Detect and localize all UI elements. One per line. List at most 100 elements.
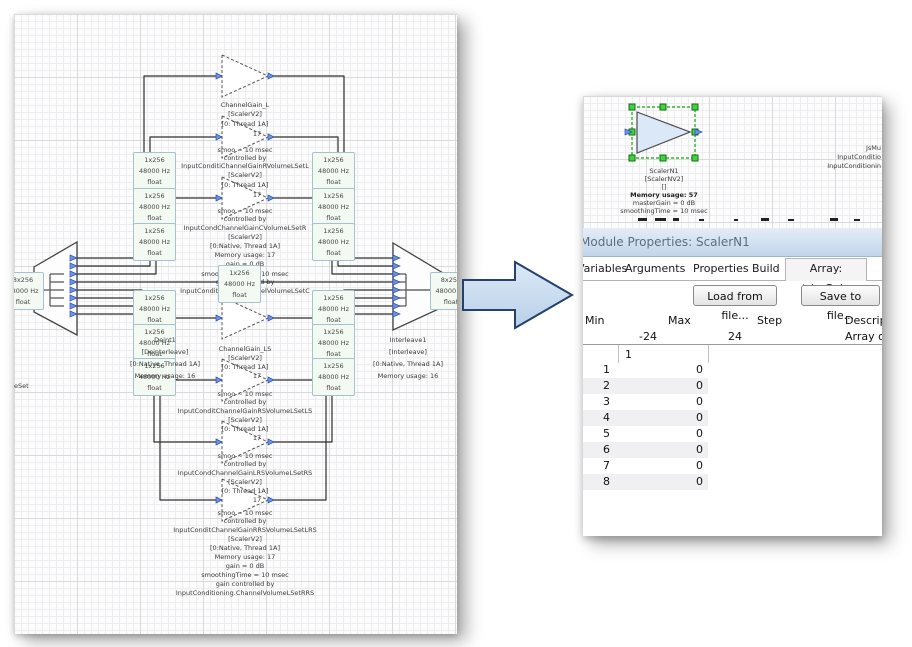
clipped-module-marks: [638, 218, 860, 221]
grid-row[interactable]: 30: [583, 394, 708, 410]
scaler-label: InputCondChannelGainLRSVolumeLSetRS: [178, 470, 313, 477]
scaler-label: controlled by: [224, 155, 267, 162]
scaler-label: smoothingTime = 10 msec: [201, 572, 289, 579]
scaler-label: smoo ~ 10 msec: [218, 391, 273, 398]
grid-row[interactable]: 20: [583, 378, 708, 394]
scalern1-name: ScalerN1: [649, 167, 678, 175]
description-value: Array of: [845, 330, 882, 343]
interleave-label: Interleave1 [Interleave] [0:Native, Thre…: [373, 334, 443, 382]
clipped-text: InputConditio: [837, 153, 881, 162]
scaler-label: ChannelGain_LS: [219, 346, 272, 353]
wire-type-box[interactable]: 1x25648000 Hzfloat: [312, 324, 355, 362]
scaler-label: [ScalerV2]: [228, 172, 262, 179]
transition-arrow: [460, 258, 576, 334]
module-properties-window: Module Properties: ScalerN1 Variables Ar…: [583, 228, 882, 536]
max-value[interactable]: 24: [668, 330, 742, 343]
col-max-label: Max: [668, 314, 691, 327]
grid-row[interactable]: 10: [583, 362, 708, 378]
window-titlebar[interactable]: Module Properties: ScalerN1: [583, 228, 882, 257]
scaler-label: [ScalerV2]: [228, 234, 262, 241]
scaler-label: InputConditChannelGainRSVolumeLSetLS: [178, 408, 312, 415]
system-input-box[interactable]: 8x25648000 Hzfloat: [14, 272, 44, 310]
col-min-label: Min: [585, 314, 605, 327]
figure-canvas: ChannelGain_L [ScalerV2] [0: Thread 1A] …: [0, 0, 912, 647]
mini-canvas: ScalerN1 [ScalerNV2] [] Memory usage: 57…: [583, 96, 882, 228]
scaler-label: InputConditiChannelGainRVolumeLSetL: [181, 163, 309, 170]
system-output-box[interactable]: 8x25648000 Hzfloat: [430, 272, 457, 310]
col-step-label: Step: [757, 314, 782, 327]
grid-row[interactable]: 50: [583, 426, 708, 442]
tab-array-trimgain[interactable]: Array: trimGain: [785, 258, 867, 281]
wire-type-box[interactable]: 1x25648000 Hzfloat: [312, 152, 355, 190]
scaler-label: 17: [253, 192, 261, 199]
deinterleave-label: Deint1 [Deinterleave] [0:Native, Thread …: [130, 334, 200, 382]
grid-row[interactable]: 80: [583, 474, 708, 490]
scaler-label: gain controlled by: [216, 581, 275, 588]
scaler-label: [ScalerV2]: [228, 536, 262, 543]
scaler-label: [ScalerV2]: [228, 355, 262, 362]
tab-variables[interactable]: Variables: [583, 262, 627, 275]
scaler-label: InputCondChannelGainCVolumeLSetR: [184, 225, 307, 232]
col-description-label: Descript: [845, 314, 882, 327]
grid-row[interactable]: 40: [583, 410, 708, 426]
wire-type-box[interactable]: 1x25648000 Hzfloat: [312, 358, 355, 396]
clipped-text: InputConditionin: [827, 162, 881, 171]
scaler-label: [0: Thread 1A]: [222, 182, 269, 189]
scalern1-module[interactable]: [625, 104, 702, 161]
scaler-label: smoo ~ 10 msec: [218, 208, 273, 215]
scaler-label: [ScalerV2]: [228, 111, 262, 118]
wire-type-box[interactable]: 1x25648000 Hzfloat: [133, 152, 176, 190]
scaler-label: smoo ~ 10 msec: [218, 147, 273, 154]
layout-screenshot-page: ChannelGain_L [ScalerV2] [0: Thread 1A] …: [14, 14, 457, 634]
scaler-label: [0:Native, Thread 1A]: [210, 243, 280, 250]
scaler-label: Memory usage: 17: [215, 554, 276, 561]
scalern1-type: [ScalerNV2]: [645, 175, 684, 183]
wire-type-box[interactable]: 1x25648000 Hzfloat: [133, 223, 176, 261]
scaler-label: controlled by: [224, 461, 267, 468]
scaler-label: InputConditioning.ChannelVolumeLSetRRS: [176, 590, 314, 597]
wire-type-box[interactable]: 1x25648000 Hzfloat: [312, 290, 355, 328]
scaler-label: Memory usage: 17: [215, 252, 276, 259]
scaler-label: controlled by: [224, 216, 267, 223]
scaler-label: gain = 0 dB: [226, 563, 264, 570]
scaler-label: 17: [253, 131, 261, 138]
scaler-label: [0: Thread 1A]: [222, 426, 269, 433]
tab-strip: Variables Arguments Properties Build Arr…: [583, 257, 882, 281]
grid-column-header[interactable]: 1: [625, 348, 632, 361]
scalern1-gain: masterGain = 0 dB: [633, 199, 695, 207]
scaler-label: [0:Native, Thread 1A]: [210, 545, 280, 552]
save-to-file-button[interactable]: Save to file...: [801, 285, 880, 306]
scaler-label: 17: [253, 373, 261, 380]
scaler-label: smoo ~ 10 msec: [218, 453, 273, 460]
properties-screenshot-page: ScalerN1 [ScalerNV2] [] Memory usage: 57…: [583, 96, 882, 536]
scaler-label: InputConditChannelGainRRSVolumeLSetLRS: [173, 527, 316, 534]
scaler-label: [0: Thread 1A]: [222, 488, 269, 495]
wire-type-box[interactable]: 1x25648000 Hzfloat: [218, 265, 261, 303]
clipped-text: eSet: [14, 382, 29, 390]
grid-row[interactable]: 60: [583, 442, 708, 458]
scaler-label: [0: Thread 1A]: [222, 364, 269, 371]
wire-type-box[interactable]: 1x25648000 Hzfloat: [133, 188, 176, 226]
scaler-label: ChannelGain_L: [221, 102, 270, 109]
min-value[interactable]: -24: [583, 330, 657, 343]
tab-build[interactable]: Build: [752, 262, 780, 275]
scaler-label: [0: Thread 1A]: [222, 121, 269, 128]
tab-properties[interactable]: Properties: [693, 262, 749, 275]
wire-type-box[interactable]: 1x25648000 Hzfloat: [312, 188, 355, 226]
tab-arguments[interactable]: Arguments: [625, 262, 685, 275]
wire-type-box[interactable]: 1x25648000 Hzfloat: [312, 223, 355, 261]
scaler-label: 17: [253, 435, 261, 442]
scaler-label: controlled by: [224, 399, 267, 406]
grid-row[interactable]: 70: [583, 458, 708, 474]
grid-divider: [708, 345, 709, 363]
scaler-label: controlled by: [224, 518, 267, 525]
grid-top-border: [583, 344, 882, 345]
scalern1-smoothing: smoothingTime = 10 msec: [620, 207, 708, 215]
load-from-file-button[interactable]: Load from file...: [693, 285, 777, 306]
scalern1-memory: Memory usage: 57: [630, 191, 698, 199]
scaler-label: [ScalerV2]: [228, 417, 262, 424]
scaler-label: 17: [253, 497, 261, 504]
scaler-label: smoo ~ 10 msec: [218, 510, 273, 517]
grid-divider: [618, 345, 619, 363]
wire-type-box[interactable]: 1x25648000 Hzfloat: [133, 290, 176, 328]
